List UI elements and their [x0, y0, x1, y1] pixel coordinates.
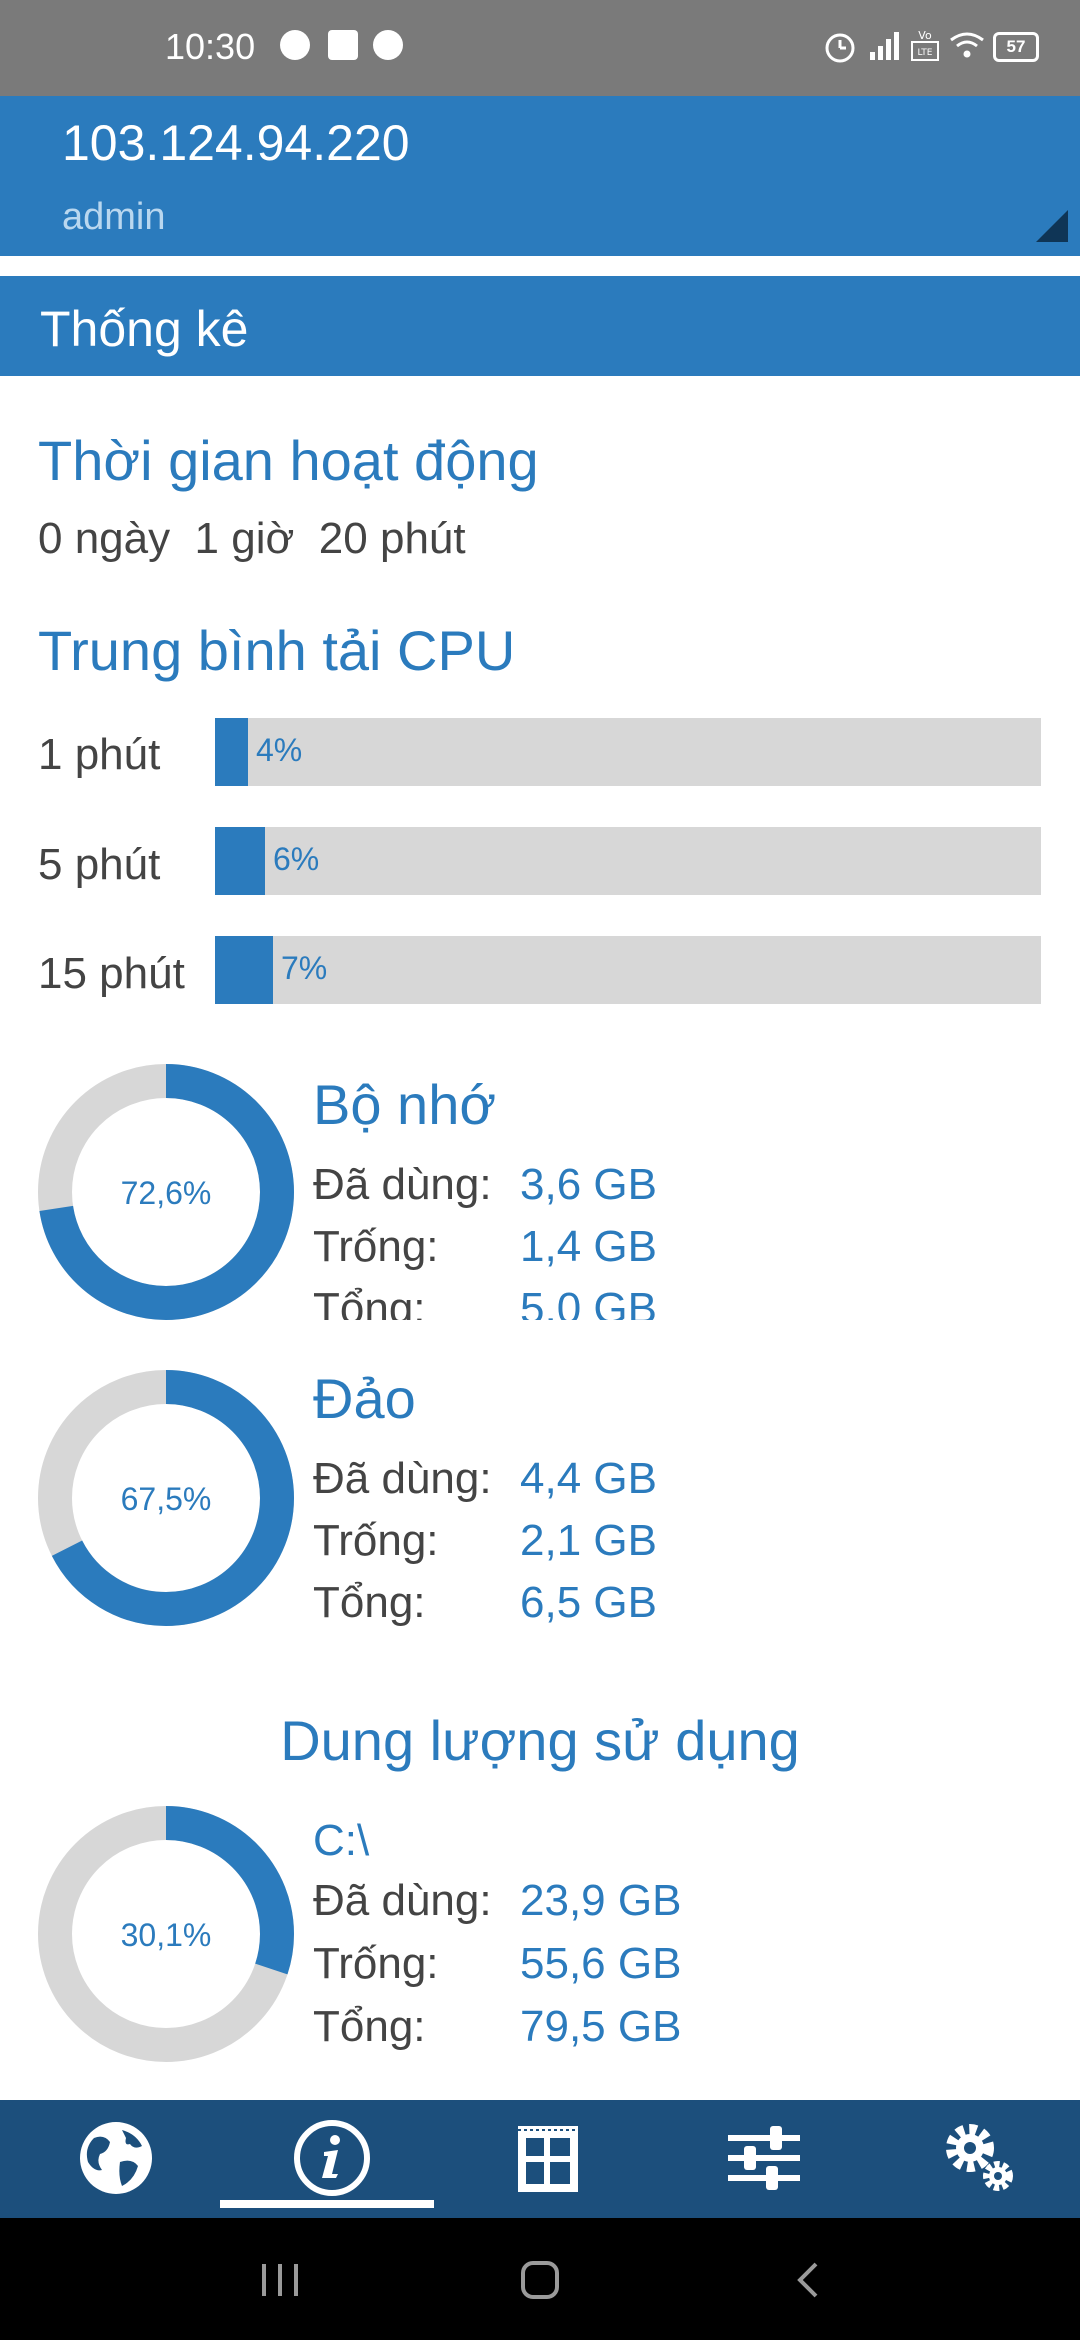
cpu-bar-value: 7% [281, 950, 328, 986]
system-nav [0, 2218, 1080, 2340]
info-icon [294, 2120, 370, 2196]
home-icon [521, 2261, 559, 2299]
gears-icon [946, 2124, 1013, 2191]
svg-text:LTE: LTE [918, 48, 933, 58]
disk-free-value: 55,6 GB [520, 1939, 682, 1988]
status-bar: 10:30 Vo LTE 57 [0, 0, 1080, 96]
section-title: Thống kê [40, 301, 249, 357]
cpu-bar-fill [215, 718, 248, 786]
home-button[interactable] [440, 2218, 640, 2340]
swap-free-value: 2,1 GB [520, 1516, 657, 1565]
uptime-title: Thời gian hoạt động [38, 429, 539, 492]
memory-free-value: 1,4 GB [520, 1222, 657, 1271]
status-time: 10:30 [165, 26, 256, 67]
cpu-bar-value: 6% [273, 841, 320, 877]
cpu-label-15min: 15 phút [38, 949, 185, 998]
cpu-label-5min: 5 phút [38, 840, 161, 889]
uptime-value: 0 ngày 1 giờ 20 phút [38, 514, 466, 563]
battery-icon: 57 [993, 32, 1039, 62]
memory-total-value: 5,0 GB [520, 1284, 657, 1320]
disk-free-label: Trống: [313, 1939, 439, 1988]
memory-total-label: Tổng: [313, 1284, 426, 1320]
dashboard-icon [518, 2126, 578, 2192]
memory-used-value: 3,6 GB [520, 1160, 657, 1209]
cpu-label-1min: 1 phút [38, 730, 161, 779]
disk-title: Dung lượng sử dụng [280, 1709, 800, 1772]
app-notification-icon [373, 30, 403, 60]
memory-stats: Đã dùng: 3,6 GB Trống: 1,4 GB Tổng: 5,0 … [300, 1150, 700, 1320]
cpu-bar-5min: 6% [215, 827, 1041, 895]
memory-used-label: Đã dùng: [313, 1160, 492, 1209]
swap-free-label: Trống: [313, 1516, 439, 1565]
recent-apps-icon [262, 2264, 298, 2296]
swap-percent: 67,5% [120, 1481, 212, 1517]
disk-drive: C:\ [313, 1816, 370, 1865]
cpu-title: Trung bình tải CPU [38, 619, 516, 682]
back-button[interactable] [700, 2218, 900, 2340]
server-host: 103.124.94.220 [62, 115, 410, 171]
cpu-bar-fill [215, 936, 273, 1004]
sliders-icon [728, 2126, 800, 2190]
swap-total-label: Tổng: [313, 1578, 426, 1627]
disk-total-value: 79,5 GB [520, 2002, 682, 2051]
swap-used-label: Đã dùng: [313, 1454, 492, 1503]
nav-sliders[interactable] [652, 2100, 868, 2218]
swap-total-value: 6,5 GB [520, 1578, 657, 1627]
volte-icon: Vo LTE [911, 29, 939, 61]
nav-dashboard[interactable] [436, 2100, 652, 2218]
back-icon [797, 2262, 818, 2298]
memory-title: Bộ nhớ [313, 1073, 497, 1136]
messenger-icon [280, 30, 310, 60]
cpu-bar-15min: 7% [215, 936, 1041, 1004]
battery-level: 57 [1006, 37, 1026, 56]
memory-free-label: Trống: [313, 1222, 439, 1271]
signal-icon [870, 32, 899, 60]
cpu-bar-fill [215, 827, 265, 895]
nav-globe[interactable] [4, 2100, 220, 2218]
nav-settings[interactable] [868, 2100, 1080, 2218]
disk-used-label: Đã dùng: [313, 1876, 492, 1925]
swap-title: Đảo [313, 1367, 416, 1430]
server-header[interactable]: 103.124.94.220 admin [0, 96, 1080, 256]
swap-used-value: 4,4 GB [520, 1454, 657, 1503]
cpu-bar-value: 4% [256, 732, 303, 768]
alarm-icon [825, 33, 855, 63]
section-header: Thống kê [0, 276, 1080, 376]
cpu-bar-1min: 4% [215, 718, 1041, 786]
server-user: admin [62, 196, 166, 238]
svg-text:Vo: Vo [918, 29, 932, 42]
disk-total-label: Tổng: [313, 2002, 426, 2051]
bottom-nav [0, 2100, 1080, 2218]
wifi-icon [950, 32, 984, 58]
disk-percent: 30,1% [120, 1917, 212, 1953]
memory-percent: 72,6% [120, 1175, 212, 1211]
active-tab-indicator [220, 2200, 434, 2208]
disk-used-value: 23,9 GB [520, 1876, 682, 1925]
dropdown-corner-icon[interactable] [1036, 210, 1068, 242]
image-icon [328, 30, 358, 60]
globe-icon [80, 2122, 152, 2194]
recent-apps-button[interactable] [180, 2218, 380, 2340]
